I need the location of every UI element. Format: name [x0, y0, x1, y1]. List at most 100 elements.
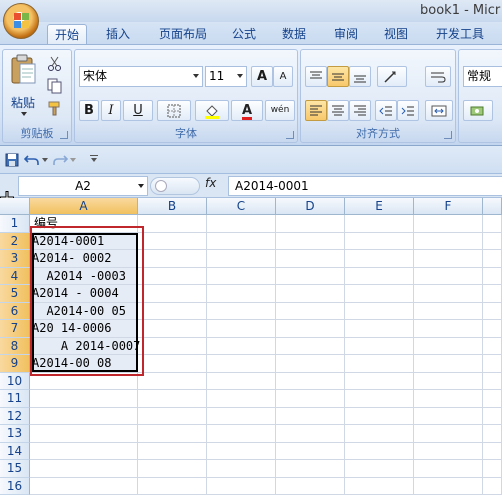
cell[interactable]: [483, 303, 502, 321]
cell[interactable]: [414, 233, 483, 251]
row-header[interactable]: 3: [0, 250, 30, 268]
cell[interactable]: [345, 250, 414, 268]
cell[interactable]: [414, 320, 483, 338]
font-name-select[interactable]: 宋体: [79, 66, 203, 87]
row-header[interactable]: 6: [0, 303, 30, 321]
align-middle-button[interactable]: [327, 66, 349, 87]
column-header-next[interactable]: [483, 198, 502, 215]
cell[interactable]: [483, 233, 502, 251]
cell[interactable]: [138, 425, 207, 443]
cell[interactable]: [345, 355, 414, 373]
cell[interactable]: [483, 390, 502, 408]
cell[interactable]: [276, 285, 345, 303]
cell-a[interactable]: [30, 443, 138, 461]
cell[interactable]: [483, 250, 502, 268]
cell[interactable]: [207, 425, 276, 443]
cell[interactable]: [483, 320, 502, 338]
tab-view[interactable]: 视图: [376, 24, 416, 44]
cell[interactable]: [207, 390, 276, 408]
row-header[interactable]: 1: [0, 215, 30, 233]
tab-data[interactable]: 数据: [274, 24, 314, 44]
cell[interactable]: [483, 215, 502, 233]
cell[interactable]: [345, 338, 414, 356]
row-header[interactable]: 14: [0, 443, 30, 461]
cell[interactable]: [483, 355, 502, 373]
cell[interactable]: [138, 285, 207, 303]
cell[interactable]: [138, 233, 207, 251]
cell[interactable]: [207, 355, 276, 373]
cell[interactable]: [138, 303, 207, 321]
cell[interactable]: [207, 233, 276, 251]
cell[interactable]: [138, 250, 207, 268]
tab-home[interactable]: 开始: [47, 24, 87, 44]
cell[interactable]: [138, 373, 207, 391]
accounting-format-button[interactable]: [463, 100, 493, 121]
cell[interactable]: [414, 250, 483, 268]
cell[interactable]: [207, 408, 276, 426]
cell[interactable]: [483, 425, 502, 443]
cell[interactable]: [207, 250, 276, 268]
cell[interactable]: [345, 390, 414, 408]
row-header[interactable]: 16: [0, 478, 30, 495]
row-header[interactable]: 2: [0, 233, 30, 251]
tab-formulas[interactable]: 公式: [224, 24, 264, 44]
cell[interactable]: [414, 215, 483, 233]
cell[interactable]: [414, 460, 483, 478]
cell[interactable]: [138, 408, 207, 426]
cell[interactable]: [276, 478, 345, 495]
underline-button[interactable]: U: [123, 100, 153, 121]
cell[interactable]: [207, 373, 276, 391]
font-launcher-icon[interactable]: [286, 131, 294, 139]
tab-page-layout[interactable]: 页面布局: [150, 24, 216, 44]
redo-icon[interactable]: [52, 153, 68, 167]
cell[interactable]: [345, 320, 414, 338]
cell[interactable]: [345, 425, 414, 443]
paste-button[interactable]: 粘贴: [7, 54, 41, 114]
cell[interactable]: [483, 478, 502, 495]
chevron-down-icon[interactable]: [70, 158, 76, 162]
cell[interactable]: [207, 285, 276, 303]
clipboard-launcher-icon[interactable]: [60, 131, 68, 139]
cell[interactable]: [138, 478, 207, 495]
cell-a[interactable]: [30, 478, 138, 495]
cell[interactable]: [276, 443, 345, 461]
cell[interactable]: [138, 215, 207, 233]
cell[interactable]: [345, 373, 414, 391]
cell-a[interactable]: [30, 408, 138, 426]
cell[interactable]: [276, 425, 345, 443]
cell[interactable]: [138, 460, 207, 478]
row-header[interactable]: 10: [0, 373, 30, 391]
cell[interactable]: [276, 250, 345, 268]
cell[interactable]: [276, 408, 345, 426]
formula-splitter[interactable]: [150, 177, 200, 195]
cell[interactable]: [414, 303, 483, 321]
cell[interactable]: [345, 215, 414, 233]
row-header[interactable]: 7: [0, 320, 30, 338]
cell[interactable]: [345, 408, 414, 426]
cell[interactable]: [207, 443, 276, 461]
cell[interactable]: [207, 320, 276, 338]
cell[interactable]: [207, 268, 276, 286]
row-header[interactable]: 13: [0, 425, 30, 443]
merge-center-button[interactable]: [425, 100, 453, 121]
cell[interactable]: [276, 233, 345, 251]
cell[interactable]: [414, 355, 483, 373]
cell[interactable]: [345, 460, 414, 478]
tab-developer[interactable]: 开发工具: [428, 24, 492, 44]
font-size-select[interactable]: 11: [205, 66, 247, 87]
cell[interactable]: [138, 338, 207, 356]
format-painter-icon[interactable]: [47, 100, 63, 116]
cell[interactable]: [276, 355, 345, 373]
cell[interactable]: [276, 460, 345, 478]
cell[interactable]: [483, 268, 502, 286]
cell-a[interactable]: [30, 390, 138, 408]
cell[interactable]: [276, 303, 345, 321]
cell[interactable]: [414, 373, 483, 391]
cell[interactable]: [138, 390, 207, 408]
cell[interactable]: [138, 320, 207, 338]
row-header[interactable]: 5: [0, 285, 30, 303]
office-button[interactable]: [3, 3, 39, 39]
cell[interactable]: [345, 233, 414, 251]
phonetic-button[interactable]: wén: [265, 100, 295, 121]
wrap-text-button[interactable]: [425, 66, 451, 87]
